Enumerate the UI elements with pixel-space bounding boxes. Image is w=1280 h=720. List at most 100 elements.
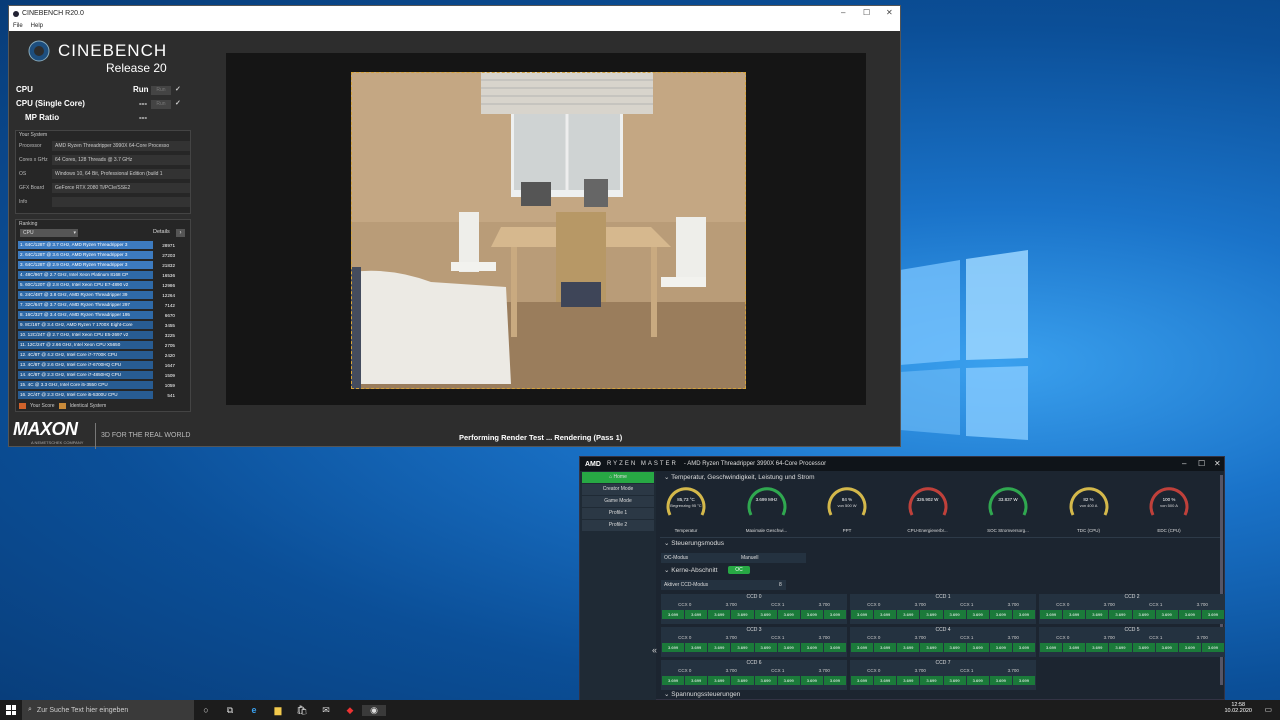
system-row-value: 64 Cores, 128 Threads @ 3.7 GHz bbox=[52, 155, 190, 165]
system-row-value: AMD Ryzen Threadripper 3990X 64-Core Pro… bbox=[52, 141, 190, 151]
close-button[interactable]: ✕ bbox=[1214, 459, 1221, 468]
ccd-block[interactable]: CCD 4 CCX 0 3.700 CCX 1 3.700 3.699 3.699 3.699… bbox=[850, 627, 1036, 657]
ranking-row[interactable]: 12. 4C/8T @ 4.2 GHz, Intel Core i7-7700K… bbox=[18, 350, 188, 360]
section-control-title: Steuerungsmodus bbox=[671, 540, 725, 547]
cpu-run-link[interactable]: Run bbox=[133, 85, 149, 94]
gauge: 82 % von 400 A TDC (CPU) bbox=[1059, 485, 1119, 533]
ranking-list[interactable]: 1. 64C/128T @ 3.7 GHz, AMD Ryzen Threadr… bbox=[16, 240, 190, 400]
store-icon[interactable]: 🛍 bbox=[290, 705, 314, 716]
maximize-button[interactable]: ☐ bbox=[1198, 459, 1205, 468]
section-control-mode[interactable]: ⌄ Steuerungsmodus bbox=[664, 539, 724, 547]
ccx-label: 3.700 bbox=[914, 668, 926, 673]
check-icon: ✓ bbox=[175, 100, 181, 107]
ranking-row[interactable]: 4. 48C/96T @ 2.7 GHz, Intel Xeon Platinu… bbox=[18, 270, 188, 280]
close-button[interactable]: ✕ bbox=[886, 8, 893, 17]
maximize-button[interactable]: ☐ bbox=[863, 8, 870, 17]
file-explorer-icon[interactable]: ▆ bbox=[266, 705, 290, 716]
logo-release: Release 20 bbox=[106, 61, 167, 75]
ranking-panel: Ranking CPU ▾ Details › 1. 64C/128T @ 3.7… bbox=[15, 219, 191, 412]
ccx-label: CCX 0 bbox=[678, 635, 692, 640]
ccd-block[interactable]: CCD 5 CCX 0 3.700 CCX 1 3.700 3.699 3.699 3.699… bbox=[1039, 627, 1225, 657]
collapse-nav-button[interactable]: « bbox=[652, 645, 657, 655]
nav-home[interactable]: ⌂ Home bbox=[582, 472, 654, 483]
nav-creator-mode[interactable]: Creator Mode bbox=[582, 484, 654, 495]
ccd-block[interactable]: CCD 6 CCX 0 3.700 CCX 1 3.700 3.699 3.699 3.699… bbox=[661, 660, 847, 690]
system-row: Cores x GHz 64 Cores, 128 Threads @ 3.7 G… bbox=[16, 153, 190, 167]
ranking-row[interactable]: 6. 24C/48T @ 3.8 GHz, AMD Ryzen Threadri… bbox=[18, 290, 188, 300]
core-speed: 3.699 bbox=[731, 643, 754, 652]
core-speed: 3.699 bbox=[1109, 610, 1132, 619]
taskbar: ⌕ Zur Suche Text hier eingeben ○ ⧉ e ▆ 🛍… bbox=[0, 700, 1280, 720]
single-core-label: CPU (Single Core) bbox=[16, 99, 85, 108]
ranking-row[interactable]: 15. 4C @ 3.3 GHz, Intel Core i5-3550 CPU… bbox=[18, 380, 188, 390]
core-speed: 3.699 bbox=[823, 610, 846, 619]
ranking-row[interactable]: 14. 4C/8T @ 2.3 GHz, Intel Core i7-4850H… bbox=[18, 370, 188, 380]
ccx-label: 3.700 bbox=[914, 602, 926, 607]
nav-profile-2[interactable]: Profile 2 bbox=[582, 520, 654, 531]
system-row: Info bbox=[16, 195, 190, 209]
ccx-label: CCX 0 bbox=[678, 668, 692, 673]
ranking-select[interactable]: CPU ▾ bbox=[20, 229, 78, 237]
cortana-icon[interactable]: ○ bbox=[194, 705, 218, 715]
ranking-row[interactable]: 11. 12C/24T @ 2.66 GHz, Intel Xeon CPU X… bbox=[18, 340, 188, 350]
mail-icon[interactable]: ✉ bbox=[314, 705, 338, 716]
system-row-key: Cores x GHz bbox=[19, 157, 48, 163]
notifications-icon[interactable]: ▭ bbox=[1264, 705, 1272, 714]
ccx-label: 3.700 bbox=[1103, 602, 1115, 607]
ccd-block[interactable]: CCD 2 CCX 0 3.700 CCX 1 3.700 3.699 3.699 3.699… bbox=[1039, 594, 1225, 624]
ranking-row[interactable]: 2. 64C/128T @ 3.6 GHz, AMD Ryzen Threadr… bbox=[18, 250, 188, 260]
system-clock[interactable]: 12:58 10.02.2020 bbox=[1224, 702, 1252, 714]
ranking-row-label: 2. 64C/128T @ 3.6 GHz, AMD Ryzen Threadr… bbox=[18, 251, 153, 259]
ranking-row[interactable]: 16. 2C/4T @ 2.3 GHz, Intel Core i5-5300U… bbox=[18, 390, 188, 400]
ranking-row[interactable]: 13. 4C/8T @ 2.6 GHz, Intel Core i7-6700H… bbox=[18, 360, 188, 370]
ranking-row[interactable]: 5. 60C/120T @ 2.8 GHz, Intel Xeon CPU E7… bbox=[18, 280, 188, 290]
menu-help[interactable]: Help bbox=[31, 23, 43, 29]
details-toggle-button[interactable]: › bbox=[176, 229, 185, 237]
oc-mode-value[interactable]: Manuell bbox=[741, 555, 759, 561]
nav-profile-1[interactable]: Profile 1 bbox=[582, 508, 654, 519]
divider bbox=[660, 537, 1222, 538]
ccx-row: CCX 0 3.700 CCX 1 3.700 bbox=[850, 635, 1036, 643]
ccx-label: 3.700 bbox=[818, 635, 830, 640]
section-temperature[interactable]: ⌄ Temperatur, Geschwindigkeit, Leistung … bbox=[664, 473, 815, 481]
system-row-key: OS bbox=[19, 171, 27, 177]
edge-icon[interactable]: e bbox=[242, 705, 266, 715]
system-row-value bbox=[52, 197, 190, 207]
ranking-row[interactable]: 9. 8C/16T @ 3.4 GHz, AMD Ryzen 7 1700X E… bbox=[18, 320, 188, 330]
core-speed: 3.699 bbox=[874, 643, 897, 652]
ccd-block[interactable]: CCD 0 CCX 0 3.700 CCX 1 3.700 3.699 3.699 3.699… bbox=[661, 594, 847, 624]
gauge-value: 33.837 W bbox=[998, 497, 1018, 502]
ranking-row[interactable]: 8. 16C/32T @ 3.4 GHz, AMD Ryzen Threadri… bbox=[18, 310, 188, 320]
ryzen-app-name: RYZEN MASTER bbox=[606, 461, 678, 467]
task-view-icon[interactable]: ⧉ bbox=[218, 705, 242, 716]
minimize-button[interactable]: – bbox=[841, 8, 845, 17]
section-voltage[interactable]: ⌄ Spannungssteuerungen bbox=[664, 690, 740, 698]
taskbar-search[interactable]: ⌕ Zur Suche Text hier eingeben bbox=[22, 700, 194, 720]
ranking-row[interactable]: 7. 32C/64T @ 3.7 GHz, AMD Ryzen Threadri… bbox=[18, 300, 188, 310]
ranking-row[interactable]: 3. 64C/128T @ 2.9 GHz, AMD Ryzen Threadr… bbox=[18, 260, 188, 270]
nav-game-mode[interactable]: Game Mode bbox=[582, 496, 654, 507]
ccd-block[interactable]: CCD 3 CCX 0 3.700 CCX 1 3.700 3.699 3.699 3.699… bbox=[661, 627, 847, 657]
single-run-button[interactable]: Run bbox=[151, 100, 171, 109]
ryzen-master-taskbar-icon[interactable]: ◆ bbox=[338, 705, 362, 716]
ccd-block[interactable]: CCD 7 CCX 0 3.700 CCX 1 3.700 3.699 3.699 3.699… bbox=[850, 660, 1036, 690]
cpu-run-button[interactable]: Run bbox=[151, 86, 171, 95]
minimize-button[interactable]: – bbox=[1182, 459, 1186, 468]
ranking-row[interactable]: 1. 64C/128T @ 3.7 GHz, AMD Ryzen Threadr… bbox=[18, 240, 188, 250]
system-row: GFX Board GeForce RTX 2080 Ti/PCIe/SSE2 bbox=[16, 181, 190, 195]
ranking-row[interactable]: 10. 12C/24T @ 2.7 GHz, Intel Xeon CPU E5… bbox=[18, 330, 188, 340]
ccx-label: 3.700 bbox=[1196, 602, 1208, 607]
gauge-value: 84 % bbox=[841, 497, 853, 502]
ccd-block[interactable]: CCD 1 CCX 0 3.700 CCX 1 3.700 3.699 3.699 3.699… bbox=[850, 594, 1036, 624]
ccx-label: CCX 0 bbox=[867, 602, 881, 607]
details-label[interactable]: Details bbox=[153, 229, 170, 235]
section-cores[interactable]: ⌄ Kerne-Abschnitt bbox=[664, 566, 718, 574]
system-row-key: Processor bbox=[19, 143, 42, 149]
ccx-label: CCX 0 bbox=[1056, 635, 1070, 640]
ccx-row: CCX 0 3.700 CCX 1 3.700 bbox=[1039, 635, 1225, 643]
menu-file[interactable]: File bbox=[13, 23, 23, 29]
ranking-row-score: 27203 bbox=[162, 252, 175, 258]
cinebench-taskbar-icon[interactable]: ◉ bbox=[362, 704, 386, 716]
core-speed: 3.699 bbox=[685, 610, 708, 619]
windows-start-icon[interactable] bbox=[6, 705, 16, 715]
